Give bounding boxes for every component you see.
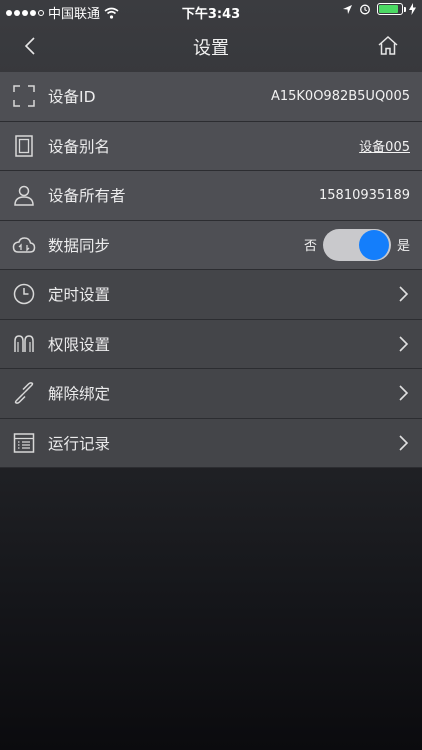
permission-icon bbox=[14, 334, 34, 352]
person-icon bbox=[14, 186, 34, 206]
row-device-id: 设备ID A15K0O982B5UQ005 bbox=[0, 72, 422, 122]
run-log-label: 运行记录 bbox=[48, 434, 111, 453]
device-icon bbox=[15, 135, 33, 157]
unbind-label: 解除绑定 bbox=[48, 385, 111, 404]
charging-bolt-icon bbox=[409, 3, 416, 15]
battery-icon bbox=[377, 3, 406, 15]
chevron-right-icon bbox=[399, 435, 409, 451]
status-bar: 中国联通 下午3:43 bbox=[0, 0, 422, 22]
row-device-owner: 设备所有者 15810935189 bbox=[0, 171, 422, 221]
permission-settings-label: 权限设置 bbox=[48, 335, 111, 354]
nav-bar: 设置 bbox=[0, 22, 422, 70]
toggle-off-label: 否 bbox=[303, 239, 317, 255]
device-alias-label: 设备别名 bbox=[48, 137, 111, 156]
alarm-icon bbox=[360, 4, 370, 15]
device-owner-value: 15810935189 bbox=[319, 187, 410, 203]
status-right bbox=[342, 3, 416, 15]
row-timer-settings[interactable]: 定时设置 bbox=[0, 270, 422, 320]
row-data-sync: 数据同步 否 是 bbox=[0, 220, 422, 270]
data-sync-control: 否 是 bbox=[303, 228, 410, 261]
chevron-right-icon bbox=[399, 385, 409, 401]
chevron-right-icon bbox=[399, 336, 409, 352]
location-arrow-icon bbox=[343, 4, 352, 14]
device-alias-link[interactable]: 设备005 bbox=[359, 136, 410, 155]
device-id-label: 设备ID bbox=[48, 88, 96, 107]
row-run-log[interactable]: 运行记录 bbox=[0, 418, 422, 468]
log-list-icon bbox=[13, 433, 35, 453]
qr-scan-icon bbox=[13, 85, 35, 107]
settings-list: 设备ID A15K0O982B5UQ005 设备别名 设备005 设备所有者 1… bbox=[0, 72, 422, 468]
device-id-value: A15K0O982B5UQ005 bbox=[270, 88, 410, 104]
page-title: 设置 bbox=[193, 38, 229, 59]
data-sync-label: 数据同步 bbox=[48, 236, 111, 255]
device-owner-label: 设备所有者 bbox=[48, 187, 126, 206]
toggle-knob bbox=[358, 229, 389, 260]
data-sync-toggle[interactable] bbox=[322, 228, 391, 261]
cloud-sync-icon bbox=[12, 236, 36, 253]
unlink-icon bbox=[14, 382, 34, 405]
timer-settings-label: 定时设置 bbox=[48, 286, 111, 305]
chevron-right-icon bbox=[399, 286, 409, 302]
toggle-on-label: 是 bbox=[396, 239, 410, 255]
clock-icon bbox=[13, 284, 35, 305]
row-unbind[interactable]: 解除绑定 bbox=[0, 369, 422, 419]
row-device-alias[interactable]: 设备别名 设备005 bbox=[0, 121, 422, 171]
row-permission-settings[interactable]: 权限设置 bbox=[0, 319, 422, 369]
home-button[interactable] bbox=[376, 34, 400, 58]
